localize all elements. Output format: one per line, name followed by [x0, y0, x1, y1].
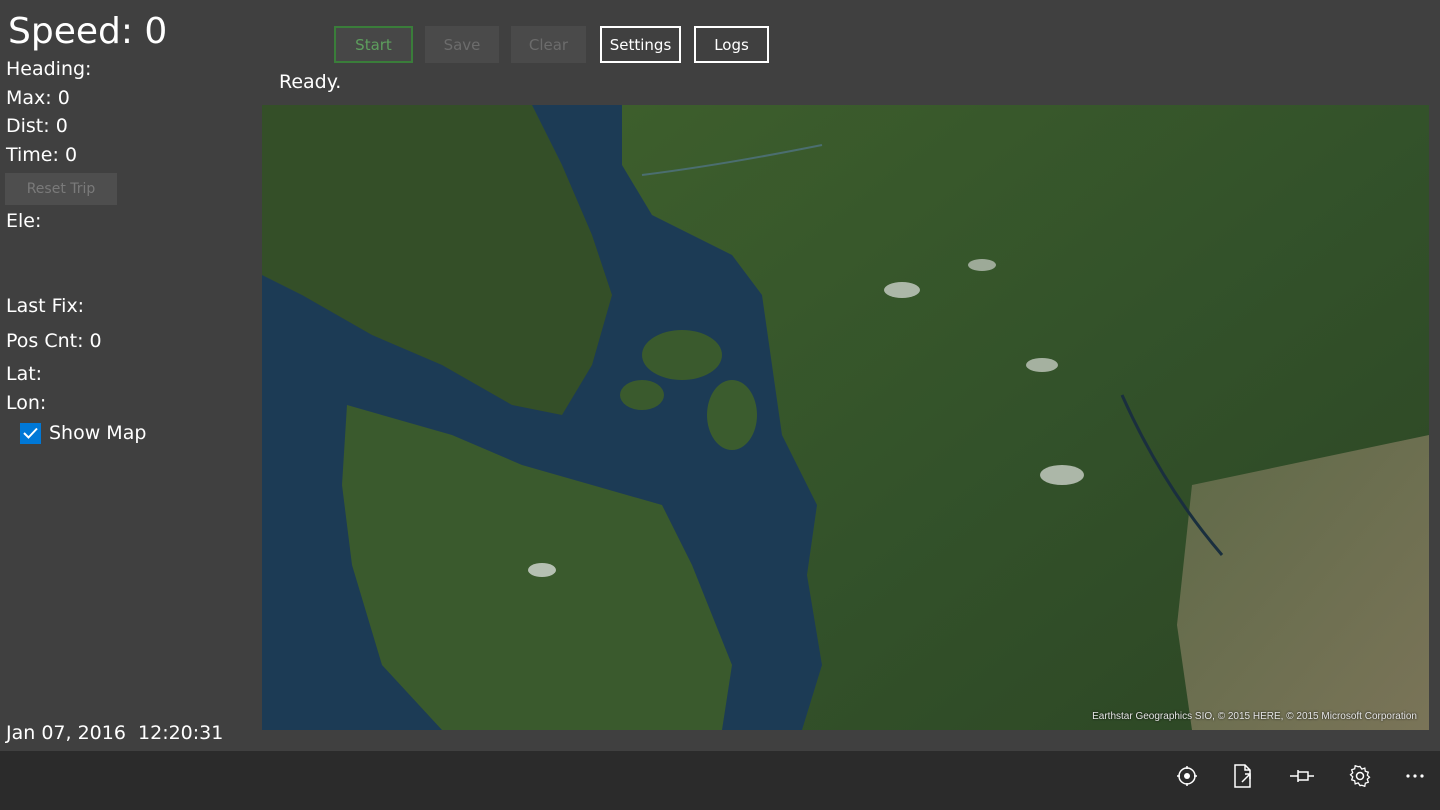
date-time-readout: Jan 07, 2016 12:20:31 [6, 722, 224, 744]
last-fix-readout: Last Fix: [6, 295, 85, 317]
more-icon[interactable] [1387, 751, 1440, 801]
app-bar [0, 751, 1440, 810]
satellite-map[interactable]: Earthstar Geographics SIO, © 2015 HERE, … [262, 105, 1429, 730]
distance-readout: Dist: 0 [6, 115, 68, 137]
checkmark-icon[interactable] [20, 422, 41, 444]
latitude-readout: Lat: [6, 363, 43, 385]
longitude-readout: Lon: [6, 392, 47, 414]
heading-readout: Heading: [6, 58, 92, 80]
start-button[interactable]: Start [334, 26, 413, 63]
clear-button[interactable]: Clear [511, 26, 586, 63]
position-count-readout: Pos Cnt: 0 [6, 330, 102, 352]
elevation-readout: Ele: [6, 210, 42, 232]
locate-icon[interactable] [1159, 751, 1215, 801]
status-text: Ready. [279, 71, 342, 93]
map-imagery [262, 105, 1429, 730]
speed-readout: Speed: 0 [8, 11, 168, 52]
time-readout: Time: 0 [6, 144, 78, 166]
show-map-label: Show Map [49, 422, 147, 444]
gear-icon[interactable] [1332, 751, 1388, 801]
save-button[interactable]: Save [425, 26, 499, 63]
reset-trip-button[interactable]: Reset Trip [5, 173, 117, 205]
show-map-checkbox[interactable]: Show Map [20, 422, 146, 444]
map-copyright: Earthstar Geographics SIO, © 2015 HERE, … [1092, 711, 1417, 722]
max-speed-readout: Max: 0 [6, 87, 70, 109]
settings-button[interactable]: Settings [600, 26, 681, 63]
export-icon[interactable] [1215, 751, 1271, 801]
logs-button[interactable]: Logs [694, 26, 769, 63]
pin-icon[interactable] [1274, 751, 1330, 801]
